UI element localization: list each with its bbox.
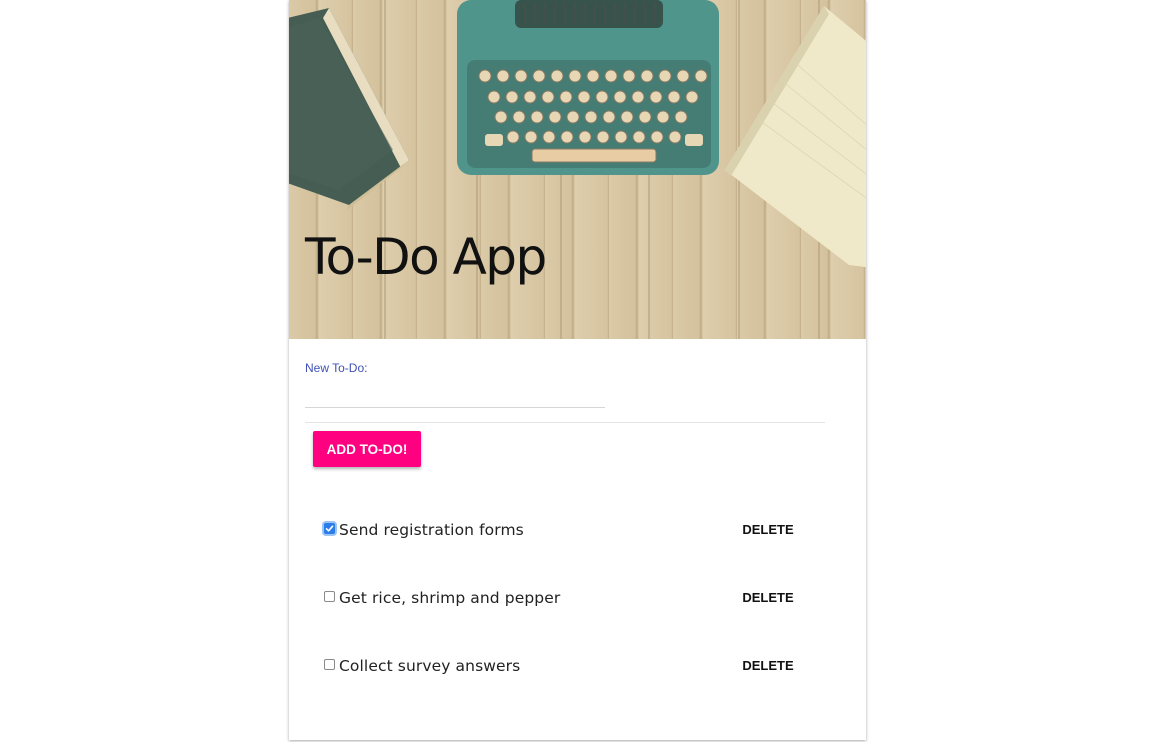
checkmark-icon xyxy=(325,525,334,532)
delete-button[interactable]: DELETE xyxy=(731,590,805,605)
todo-text: Send registration forms xyxy=(339,521,524,539)
delete-button[interactable]: DELETE xyxy=(731,522,805,537)
add-todo-button[interactable]: ADD TO-DO! xyxy=(313,431,421,467)
new-todo-input[interactable] xyxy=(305,389,605,408)
typewriter-desk-image xyxy=(289,0,866,339)
new-todo-label: New To-Do: xyxy=(305,361,368,375)
new-todo-field: New To-Do: xyxy=(305,361,605,408)
todo-list: Send registration forms DELETE Get rice,… xyxy=(289,496,866,700)
list-item: Collect survey answers DELETE xyxy=(289,632,866,700)
todo-text: Collect survey answers xyxy=(339,657,521,675)
todo-checkbox[interactable] xyxy=(324,591,335,602)
page-title: To-Do App xyxy=(305,228,547,286)
todo-checkbox[interactable] xyxy=(324,523,335,534)
todo-card: To-Do App New To-Do: ADD TO-DO! Send reg… xyxy=(289,0,866,740)
list-item: Get rice, shrimp and pepper DELETE xyxy=(289,564,866,632)
header-image: To-Do App xyxy=(289,0,866,339)
delete-button[interactable]: DELETE xyxy=(731,658,805,673)
todo-checkbox[interactable] xyxy=(324,659,335,670)
divider xyxy=(305,422,825,423)
list-item: Send registration forms DELETE xyxy=(289,496,866,564)
todo-text: Get rice, shrimp and pepper xyxy=(339,589,561,607)
